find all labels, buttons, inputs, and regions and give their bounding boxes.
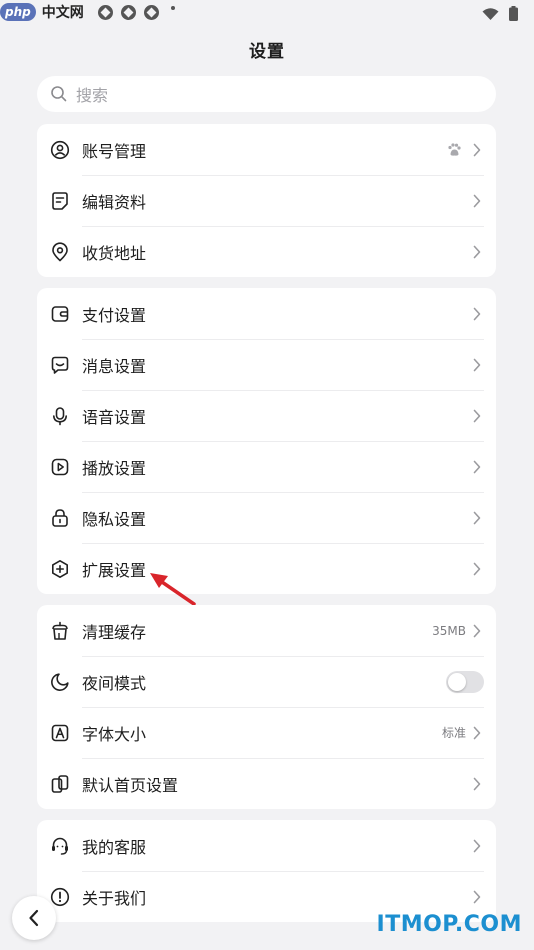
settings-item-night-mode: 夜间模式 [37,656,496,707]
settings-item-label: 收货地址 [82,243,147,263]
broom-icon [52,621,68,640]
location-pin-icon [52,241,68,261]
notification-icon [97,4,113,20]
settings-item-label: 隐私设置 [82,509,147,529]
cache-size-value: 35MB [432,623,466,638]
settings-item-label: 消息设置 [82,356,147,376]
person-circle-icon [50,140,70,159]
plus-hexagon-icon [52,559,68,578]
chevron-right-icon [473,194,481,207]
battery-icon [509,6,518,21]
chevron-right-icon [473,511,481,524]
settings-item-clear-cache[interactable]: 清理缓存 35MB [37,605,496,656]
settings-group-support: 我的客服 关于我们 [37,820,496,922]
chevron-right-icon [473,562,481,575]
status-bar-left: php 中文网 [0,2,175,22]
play-icon [51,458,69,475]
settings-item-voice[interactable]: 语音设置 [37,390,496,441]
search-bar[interactable]: 搜索 [37,76,496,112]
settings-item-customer-service[interactable]: 我的客服 [37,820,496,871]
chevron-right-icon [473,890,481,903]
settings-item-label: 字体大小 [82,724,147,744]
notification-icon [120,4,136,20]
wifi-icon [482,7,499,20]
settings-item-default-homepage[interactable]: 默认首页设置 [37,758,496,809]
chevron-right-icon [473,726,481,739]
annotation-arrow-icon [150,573,196,606]
site-watermark: ITMOP.COM [376,912,522,937]
settings-group-account: 账号管理 编辑资料 收货地址 [37,124,496,277]
settings-item-extensions[interactable]: 扩展设置 [37,543,496,594]
search-icon [51,86,67,102]
php-logo: php [0,3,36,21]
chevron-right-icon [473,245,481,258]
settings-item-label: 编辑资料 [82,192,147,212]
settings-group-general: 清理缓存 35MB 夜间模式 字体大小 标准 默认首页设置 [37,605,496,809]
settings-item-label: 支付设置 [82,305,147,325]
chevron-right-icon [473,358,481,371]
font-size-icon [51,724,69,741]
edit-profile-icon [52,191,68,210]
status-bar-right [482,6,518,21]
settings-item-label: 默认首页设置 [82,775,179,795]
settings-item-label: 夜间模式 [82,673,147,693]
homepage-icon [51,774,69,793]
notification-icon [143,4,159,20]
chevron-right-icon [473,777,481,790]
settings-item-label: 播放设置 [82,458,147,478]
font-size-value: 标准 [441,726,466,740]
headset-icon [52,837,68,855]
settings-item-privacy[interactable]: 隐私设置 [37,492,496,543]
status-bar: php 中文网 [0,0,534,28]
settings-item-edit-profile[interactable]: 编辑资料 [37,175,496,226]
chevron-right-icon [473,307,481,320]
settings-item-messages[interactable]: 消息设置 [37,339,496,390]
notification-icons [97,4,175,20]
settings-item-label: 账号管理 [82,141,147,161]
settings-item-label: 我的客服 [82,837,147,857]
site-watermark-text: 中文网 [41,5,84,21]
chevron-left-icon [29,909,39,927]
settings-item-shipping-address[interactable]: 收货地址 [37,226,496,277]
chevron-right-icon [473,409,481,422]
settings-item-label: 关于我们 [82,888,147,908]
settings-item-label: 清理缓存 [82,622,147,642]
toggle-knob [448,672,466,691]
wallet-icon [51,305,69,322]
microphone-icon [53,406,67,425]
moon-icon [51,672,69,691]
back-button[interactable] [12,896,56,940]
lock-icon [52,508,68,527]
night-mode-toggle[interactable] [446,670,484,693]
settings-item-label: 语音设置 [82,407,147,427]
message-icon [51,356,69,374]
page-title: 设置 [249,42,285,62]
chevron-right-icon [473,624,481,637]
settings-item-label: 扩展设置 [82,560,147,580]
chevron-right-icon [473,839,481,852]
settings-item-font-size[interactable]: 字体大小 标准 [37,707,496,758]
chevron-right-icon [473,460,481,473]
settings-item-account-management[interactable]: 账号管理 [37,124,496,175]
settings-group-preferences: 支付设置 消息设置 语音设置 播放设置 隐私设置 扩展设置 [37,288,496,594]
search-placeholder: 搜索 [76,86,109,105]
paw-icon [448,142,461,156]
more-notifications-dot [170,5,175,10]
chevron-right-icon [473,143,481,156]
info-icon [50,887,70,906]
settings-item-payment[interactable]: 支付设置 [37,288,496,339]
settings-item-playback[interactable]: 播放设置 [37,441,496,492]
